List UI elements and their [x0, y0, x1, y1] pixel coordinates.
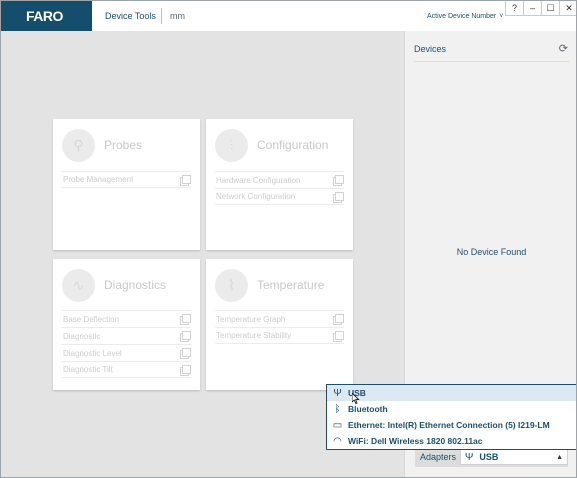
item-label: Temperature Stability [216, 331, 292, 340]
card-item-probe-management[interactable]: Probe Management [62, 171, 191, 188]
card-item-temperature-stability[interactable]: Temperature Stability [215, 327, 344, 344]
caret-up-icon: ▲ [556, 453, 563, 461]
card-header: ⫶ Configuration [215, 128, 328, 162]
app-window: FARO Device Tools mm Active Device Numbe… [0, 0, 577, 478]
active-device-label: Active Device Number [427, 13, 497, 20]
copy-icon [333, 314, 344, 325]
item-label: Network Configuration [216, 192, 296, 201]
item-label: Diagnostic [63, 331, 101, 341]
card-configuration: ⫶ Configuration Hardware Configuration N… [206, 119, 353, 250]
ethernet-icon: ▭ [332, 419, 343, 431]
adapter-selected-value: USB [479, 452, 499, 462]
card-item-diagnostic[interactable]: Diagnostic [62, 327, 191, 344]
card-items: Base Deflection Diagnostic Diagnostic Le… [62, 310, 191, 378]
option-label: Ethernet: Intel(R) Ethernet Connection (… [348, 420, 550, 430]
card-item-hardware-configuration[interactable]: Hardware Configuration [215, 171, 344, 188]
window-controls: ? – ☐ ✕ [505, 1, 576, 16]
card-items: Temperature Graph Temperature Stability [215, 310, 344, 344]
refresh-icon[interactable]: ⟳ [559, 42, 568, 55]
card-title: Probes [104, 138, 143, 152]
copy-icon [333, 175, 344, 186]
option-label: WiFi: Dell Wireless 1820 802.11ac [348, 436, 483, 446]
copy-icon [333, 330, 344, 342]
item-label: Base Deflection [63, 314, 120, 324]
minimize-button[interactable]: – [523, 1, 541, 16]
adapter-option-bluetooth[interactable]: ᛒ Bluetooth [327, 401, 576, 417]
usb-icon: Ψ [465, 451, 474, 463]
card-probes: ⚲ Probes Probe Management [53, 119, 200, 250]
pulse-icon: ∿ [62, 268, 95, 302]
item-label: Probe Management [63, 175, 134, 184]
adapters-select[interactable]: Ψ USB ▲ [460, 449, 568, 465]
wifi-icon: ◠ [333, 435, 342, 447]
close-button[interactable]: ✕ [559, 1, 576, 16]
card-items: Probe Management [62, 171, 191, 188]
card-items: Hardware Configuration Network Configura… [215, 171, 344, 205]
card-header: ⌇ Temperature [215, 268, 324, 302]
active-device-dropdown[interactable]: Active Device Number ˅ [427, 13, 503, 20]
no-device-message: No Device Found [456, 247, 527, 257]
card-header: ∿ Diagnostics [62, 268, 166, 302]
bluetooth-icon: ᛒ [334, 403, 341, 415]
nav-divider [161, 8, 162, 24]
card-temperature: ⌇ Temperature Temperature Graph Temperat… [206, 259, 353, 390]
card-item-base-deflection[interactable]: Base Deflection [62, 310, 191, 327]
copy-icon [333, 191, 344, 203]
sliders-icon: ⫶ [215, 128, 248, 162]
adapter-dropdown-list: Ψ USB ᛒ Bluetooth ▭ Ethernet: Intel(R) Ethe… [326, 384, 576, 450]
card-title: Diagnostics [104, 278, 167, 292]
mouse-cursor-icon [352, 393, 360, 404]
card-header: ⚲ Probes [62, 128, 142, 162]
thermometer-icon: ⌇ [215, 268, 248, 302]
card-diagnostics: ∿ Diagnostics Base Deflection Diagnostic… [53, 259, 200, 390]
maximize-button[interactable]: ☐ [541, 1, 559, 16]
adapters-label: Adapters [420, 452, 457, 462]
copy-icon [180, 348, 191, 359]
item-label: Diagnostic Tilt [63, 365, 113, 374]
card-title: Temperature [257, 278, 325, 292]
usb-icon: Ψ [333, 387, 342, 399]
item-label: Temperature Graph [216, 314, 286, 324]
copy-icon [180, 314, 191, 325]
adapter-option-usb[interactable]: Ψ USB [327, 385, 576, 401]
adapter-option-ethernet[interactable]: ▭ Ethernet: Intel(R) Ethernet Connection … [327, 417, 576, 433]
item-label: Diagnostic Level [63, 348, 122, 358]
chevron-down-icon: ˅ [499, 13, 504, 20]
option-label: Bluetooth [348, 404, 388, 414]
devices-title: Devices [414, 44, 447, 54]
copy-icon [180, 174, 191, 186]
top-bar: FARO Device Tools mm Active Device Numbe… [1, 1, 576, 31]
help-button[interactable]: ? [505, 1, 523, 16]
probe-icon: ⚲ [62, 128, 95, 162]
faro-logo: FARO [1, 1, 92, 31]
card-item-diagnostic-tilt[interactable]: Diagnostic Tilt [62, 361, 191, 378]
copy-icon [180, 331, 191, 342]
card-item-network-configuration[interactable]: Network Configuration [215, 188, 344, 205]
card-item-diagnostic-level[interactable]: Diagnostic Level [62, 344, 191, 361]
adapter-option-wifi[interactable]: ◠ WiFi: Dell Wireless 1820 802.11ac [327, 433, 576, 449]
card-title: Configuration [257, 138, 329, 152]
card-item-temperature-graph[interactable]: Temperature Graph [215, 310, 344, 327]
nav-unit[interactable]: mm [170, 11, 185, 21]
item-label: Hardware Configuration [216, 175, 301, 185]
divider [414, 61, 569, 62]
copy-icon [180, 364, 191, 376]
nav-device-tools[interactable]: Device Tools [105, 11, 156, 21]
adapters-bar: Adapters Ψ USB ▲ [415, 447, 568, 467]
